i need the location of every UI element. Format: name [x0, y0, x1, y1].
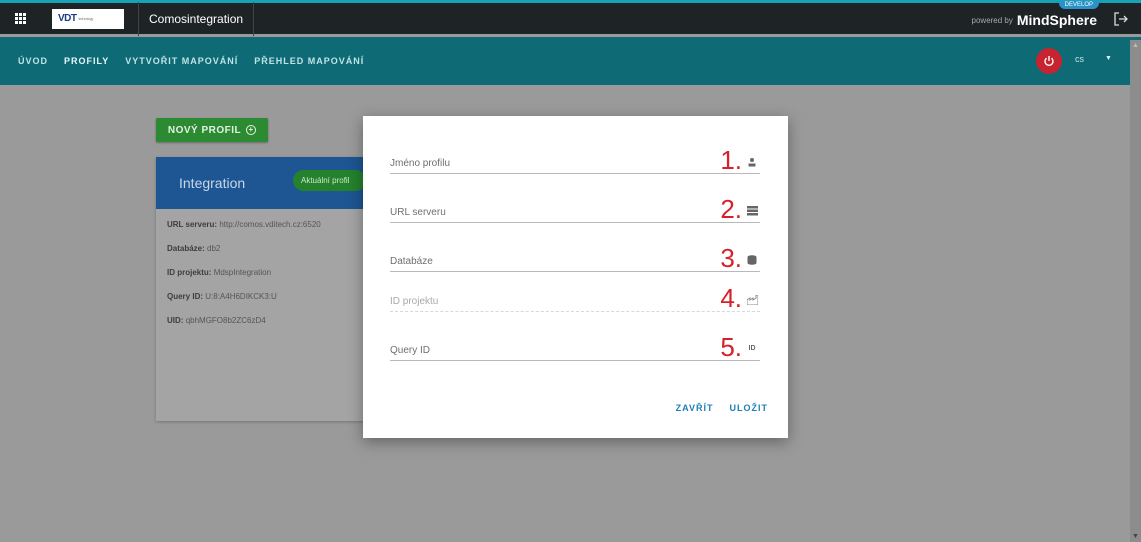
field-number: 5.	[720, 332, 742, 362]
project-id-label: ID projektu	[390, 296, 439, 307]
server-icon	[746, 206, 758, 216]
card-row-project-id: ID projektu: MdspIntegration	[167, 268, 355, 277]
company-logo: VDT technology	[52, 8, 124, 29]
nav-item-prehled-mapovani[interactable]: PŘEHLED MAPOVÁNÍ	[246, 37, 372, 85]
field-number: 2.	[720, 194, 742, 224]
query-id-field[interactable]: Query ID 5. ID	[390, 331, 760, 361]
scroll-up-icon[interactable]: ▲	[1132, 42, 1139, 49]
powered-by-text: powered by	[971, 15, 1013, 25]
profile-card: Integration Aktuální profil URL serveru:…	[156, 157, 366, 421]
project-id-field[interactable]: ID projektu 4.	[390, 282, 760, 312]
new-profile-label: NOVÝ PROFIL	[167, 124, 242, 136]
server-url-label: URL serveru	[390, 207, 446, 218]
card-row-database: Databáze: db2	[167, 244, 355, 253]
scroll-down-icon[interactable]: ▼	[1132, 533, 1139, 540]
card-row-key: UID:	[167, 316, 184, 325]
card-row-key: ID projektu:	[167, 268, 212, 277]
close-button[interactable]: ZAVŘÍT	[676, 403, 714, 413]
card-row-value: http://comos.vditech.cz:6520	[219, 220, 321, 229]
database-icon	[746, 255, 758, 265]
card-row-value: db2	[207, 244, 221, 253]
card-row-query-id: Query ID: U:8:A4H6DIKCK3:U	[167, 292, 355, 301]
field-number: 1.	[720, 145, 742, 175]
query-id-label: Query ID	[390, 345, 431, 356]
save-button[interactable]: ULOŽIT	[730, 403, 769, 413]
dialog-actions: ZAVŘÍT ULOŽIT	[676, 403, 768, 413]
nav-item-profily[interactable]: PROFILY	[56, 37, 117, 85]
database-field[interactable]: Databáze 3.	[390, 242, 760, 272]
profile-card-header: Integration Aktuální profil	[156, 157, 366, 209]
top-bar: VDT technology Comosintegration DEVELOP …	[0, 0, 1141, 37]
card-row-key: Databáze:	[167, 244, 205, 253]
profile-name-label: Jméno profilu	[390, 158, 451, 169]
new-profile-button[interactable]: NOVÝ PROFIL +	[156, 118, 268, 142]
page-scrollbar[interactable]: ▲ ▼	[1130, 40, 1141, 542]
card-row-uid: UID: qbhMGFO8b2ZC6zD4	[167, 316, 355, 325]
server-url-field[interactable]: URL serveru 2.	[390, 193, 760, 223]
language-selector[interactable]: cs	[1075, 54, 1084, 64]
app-launcher-icon[interactable]	[6, 5, 34, 33]
card-row-key: Query ID:	[167, 292, 204, 301]
card-row-value: qbhMGFO8b2ZC6zD4	[185, 316, 266, 325]
card-row-url: URL serveru: http://comos.vditech.cz:652…	[167, 220, 355, 229]
current-profile-badge: Aktuální profil	[293, 170, 366, 191]
factory-icon	[746, 294, 758, 306]
person-icon	[746, 157, 758, 167]
id-icon: ID	[748, 345, 756, 352]
power-button[interactable]	[1036, 48, 1062, 74]
logo-subtext: technology	[78, 16, 94, 21]
brand-name: MindSphere	[1016, 12, 1097, 28]
card-row-key: URL serveru:	[167, 220, 218, 229]
logo-text: VDT	[58, 13, 77, 24]
profile-name-field[interactable]: Jméno profilu 1.	[390, 144, 760, 174]
profile-card-body: URL serveru: http://comos.vditech.cz:652…	[156, 209, 366, 351]
chevron-down-icon[interactable]: ▼	[1105, 55, 1112, 62]
powered-by: powered by MindSphere	[972, 3, 1097, 37]
card-row-value: MdspIntegration	[213, 268, 272, 277]
profile-dialog: Jméno profilu 1. URL serveru 2. Databáze…	[363, 116, 788, 438]
add-circle-icon: +	[246, 125, 257, 135]
profile-card-title: Integration	[179, 175, 246, 191]
field-number: 3.	[720, 243, 742, 273]
logout-icon[interactable]	[1113, 11, 1129, 27]
nav-item-uvod[interactable]: ÚVOD	[10, 37, 56, 85]
card-row-value: U:8:A4H6DIKCK3:U	[205, 292, 277, 301]
power-icon	[1044, 56, 1054, 67]
main-navigation: ÚVOD PROFILY VYTVOŘIT MAPOVÁNÍ PŘEHLED M…	[0, 37, 1141, 85]
database-label: Databáze	[390, 256, 433, 267]
nav-item-vytvorit-mapovani[interactable]: VYTVOŘIT MAPOVÁNÍ	[117, 37, 246, 85]
app-title[interactable]: Comosintegration	[138, 1, 255, 36]
field-number: 4.	[720, 283, 742, 313]
